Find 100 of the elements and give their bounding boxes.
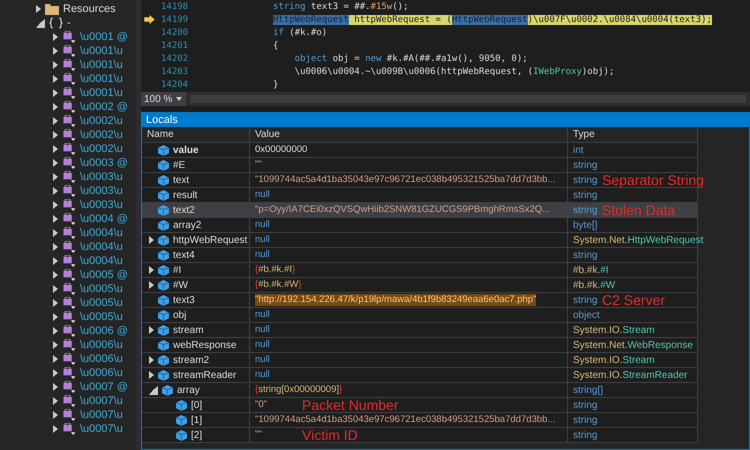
locals-row[interactable]: [2] "" Victim ID string [142, 428, 698, 443]
tree-item-label[interactable]: \u0002\u [80, 129, 123, 141]
annotation-label: Stolen Data [602, 203, 676, 218]
code-line: \u0006\u0004.~\u009B\u0006(httpWebRequest, (IWebProxy)obj); [294, 66, 614, 76]
tree-item-label[interactable]: \u0006\u [80, 367, 123, 379]
locals-row[interactable]: webResponse null System.Net.WebResponse [142, 338, 698, 353]
expander-icon[interactable] [53, 355, 58, 363]
tree-item-label[interactable]: \u0003 @ [80, 157, 128, 169]
expander-icon[interactable] [53, 369, 58, 377]
tree-item-label[interactable]: \u0005\u [80, 297, 123, 309]
expander-icon[interactable] [53, 47, 58, 55]
expander-icon[interactable] [53, 117, 58, 125]
variable-value: null [255, 234, 270, 246]
tree-item-label[interactable]: \u0007\u [80, 423, 123, 435]
expander-icon[interactable] [53, 173, 58, 181]
variable-value: {#b.#k.#W} [255, 279, 302, 291]
expander-icon[interactable] [53, 61, 58, 69]
locals-row[interactable]: #E "" string [142, 158, 698, 173]
locals-row[interactable]: text4 null string [142, 248, 698, 263]
tree-item-label[interactable]: Resources [63, 3, 116, 15]
expander-icon[interactable] [53, 103, 58, 111]
expander-icon[interactable] [53, 187, 58, 195]
expander-icon[interactable] [53, 327, 58, 335]
tree-item-label[interactable]: \u0004\u [80, 227, 123, 239]
expander-icon[interactable] [53, 89, 58, 97]
tree-item-label[interactable]: \u0006\u [80, 353, 123, 365]
tree-item-label[interactable]: - [67, 17, 71, 29]
locals-row[interactable]: obj null object [142, 308, 698, 323]
expander-icon[interactable] [53, 285, 58, 293]
expander-icon[interactable] [53, 201, 58, 209]
variable-name: obj [173, 310, 186, 320]
expander-icon[interactable] [53, 411, 58, 419]
variable-value: 0x00000000 [255, 144, 308, 156]
expander-icon[interactable] [53, 229, 58, 237]
tree-item-label[interactable]: \u0003\u [80, 185, 123, 197]
locals-row[interactable]: #I {#b.#k.#I} #b.#k.#I [142, 263, 698, 278]
locals-row[interactable]: text3 "http://192.154.226.47/k/p19lp/mawa/4b1f9b83249eaa6e0ac7.php" string C2 Server [142, 293, 698, 308]
variable-type: byte[] [573, 220, 598, 230]
tree-item-label[interactable]: \u0005\u [80, 283, 123, 295]
tree-item-label[interactable]: \u0007\u [80, 409, 123, 421]
locals-row[interactable]: array {string[0x00000009]} string[] [142, 383, 698, 398]
tree-item-label[interactable]: \u0004\u [80, 241, 123, 253]
locals-row[interactable]: text2 "p=Oyy/IA7CEi0xzQVSQwHiib2SNW81GZUCGS9PBmghRmsSx2Q... string Stolen Data [142, 203, 698, 218]
expander-icon[interactable] [53, 341, 58, 349]
expander-icon[interactable] [53, 383, 58, 391]
variable-value: null [255, 354, 270, 366]
expander-icon[interactable] [53, 159, 58, 167]
variable-type: System.IO.Stream [573, 354, 655, 366]
tree-item-label[interactable]: \u0001\u [80, 87, 123, 99]
tree-item-label[interactable]: \u0005 @ [80, 269, 128, 281]
zoom-dropdown[interactable]: 100 % [141, 92, 186, 106]
variable-icon [158, 370, 169, 380]
variable-value: "1099744ac5a4d1ba35043e97c96721ec038b495321525ba7dd7d3bb... [255, 174, 556, 186]
code-line: string text3 = ##.#15w(); [273, 2, 408, 12]
locals-row[interactable]: stream2 null System.IO.Stream [142, 353, 698, 368]
locals-row[interactable]: streamReader null System.IO.StreamReader [142, 368, 698, 383]
tree-item-label[interactable]: \u0006\u [80, 339, 123, 351]
expander-icon[interactable] [53, 75, 58, 83]
expander-icon[interactable] [53, 145, 58, 153]
locals-row[interactable]: value 0x00000000 int [142, 143, 698, 158]
expander-icon[interactable] [53, 131, 58, 139]
tree-item-label[interactable]: \u0001\u [80, 73, 123, 85]
tree-item-label[interactable]: \u0001 @ [80, 31, 128, 43]
tree-item-label[interactable]: \u0001\u [80, 45, 123, 57]
tree-item-label[interactable]: \u0007\u [80, 395, 123, 407]
tree-item-label[interactable]: \u0003\u [80, 171, 123, 183]
expander-icon[interactable] [53, 33, 58, 41]
tree-item-label[interactable]: \u0006 @ [80, 325, 128, 337]
tree-item-label[interactable]: \u0002\u [80, 143, 123, 155]
tree-item-label[interactable]: \u0003\u [80, 199, 123, 211]
variable-type: string [573, 160, 598, 170]
class-icon [62, 395, 76, 407]
expander-icon[interactable] [53, 271, 58, 279]
tree-item-label[interactable]: \u0002 @ [80, 101, 128, 113]
variable-icon [158, 280, 169, 290]
current-statement-arrow-icon [144, 15, 155, 24]
variable-type: System.Net.WebResponse [573, 340, 693, 350]
variable-name: text3 [173, 294, 195, 306]
expander-icon[interactable] [36, 18, 45, 28]
expander-icon[interactable] [53, 313, 58, 321]
expander-icon[interactable] [53, 425, 58, 433]
expander-icon[interactable] [53, 257, 58, 265]
tree-item-label[interactable]: \u0004 @ [80, 213, 128, 225]
expander-icon[interactable] [53, 215, 58, 223]
tree-item-label[interactable]: \u0007 @ [80, 381, 128, 393]
tree-item-label[interactable]: \u0005\u [80, 311, 123, 323]
variable-icon [158, 160, 169, 170]
variable-name: webResponse [173, 340, 236, 350]
expander-icon[interactable] [53, 299, 58, 307]
expander-icon[interactable] [53, 397, 58, 405]
tree-item-label[interactable]: \u0002\u [80, 115, 123, 127]
locals-row[interactable]: [1] "1099744ac5a4d1ba35043e97c96721ec038b495321525ba7dd7d3bb... string [142, 413, 698, 428]
locals-row[interactable]: result null string [142, 188, 698, 203]
expander-icon[interactable] [53, 243, 58, 251]
locals-row[interactable]: #W {#b.#k.#W} #b.#k.#W [142, 278, 698, 293]
tree-item-label[interactable]: \u0004\u [80, 255, 123, 267]
tree-item-label[interactable]: \u0001\u [80, 59, 123, 71]
locals-row[interactable]: stream null System.IO.Stream [142, 323, 698, 338]
locals-row[interactable]: array2 null byte[] [142, 218, 698, 233]
locals-row[interactable]: [0] "0" Packet Number string [142, 398, 698, 413]
